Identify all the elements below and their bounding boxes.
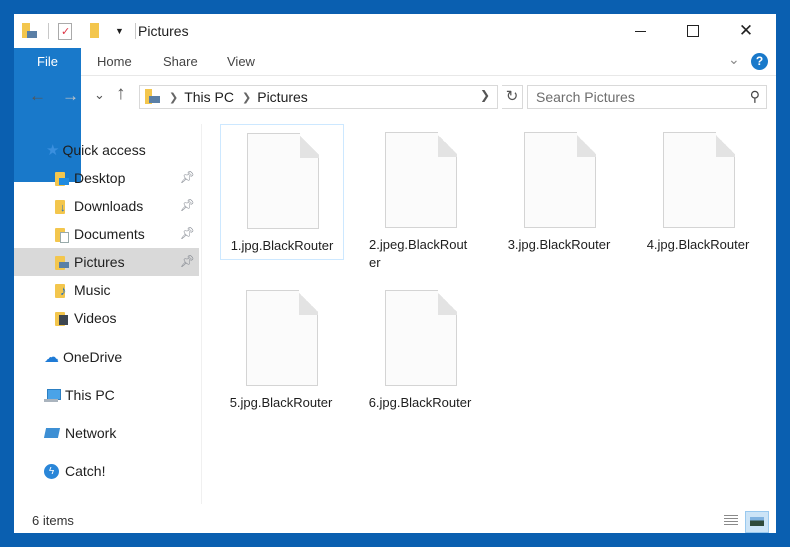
downloads-folder-icon: ↓ [55,198,69,214]
status-bar: 6 items [14,510,776,533]
file-document-icon [524,132,596,228]
maximize-button[interactable] [670,14,716,48]
sidebar-item-documents[interactable]: Documents 📌︎ [14,220,199,248]
title-bar: ✓ ▼ Pictures ✕ [14,14,776,48]
file-name: 1.jpg.BlackRouter [230,238,334,253]
breadcrumb-this-pc[interactable]: This PC [184,89,234,105]
address-dropdown-icon[interactable]: ❯ [480,88,490,102]
search-placeholder: Search Pictures [536,89,635,105]
videos-folder-icon [55,310,69,326]
folder-pictures-icon [145,89,161,105]
refresh-button[interactable]: ↻ [502,85,523,109]
breadcrumb-separator-icon: ❯ [169,91,179,104]
file-item[interactable]: 2.jpeg.BlackRouter [359,124,481,270]
address-bar[interactable]: ❯ This PC ❯ Pictures [139,85,498,109]
minimize-icon [634,30,646,32]
file-document-icon [663,132,735,228]
sidebar-item-videos[interactable]: Videos [14,304,199,332]
sidebar-item-downloads[interactable]: ↓ Downloads 📌︎ [14,192,199,220]
explorer-window: ✓ ▼ Pictures ✕ File Home Share View ⌄ ? … [14,14,776,533]
tab-home[interactable]: Home [97,48,132,75]
forward-button[interactable]: → [62,86,79,106]
sidebar-item-pictures[interactable]: Pictures 📌︎ [14,248,199,276]
music-folder-icon: ♪ [55,282,69,298]
folder-pictures-icon[interactable] [22,23,38,39]
maximize-icon [687,25,699,37]
up-button[interactable]: ↑ [116,83,126,105]
sidebar-item-desktop[interactable]: Desktop 📌︎ [14,164,199,192]
sidebar-item-onedrive[interactable]: ☁ OneDrive [14,343,199,371]
large-icons-view-icon [750,517,764,526]
file-item[interactable]: 1.jpg.BlackRouter [220,124,344,260]
sidebar-item-music[interactable]: ♪ Music [14,276,199,304]
computer-icon [44,387,61,403]
file-document-icon [385,290,457,386]
file-document-icon [385,132,457,228]
properties-icon[interactable]: ✓ [57,23,73,40]
window-title: Pictures [138,23,189,39]
tab-view[interactable]: View [227,48,255,75]
file-document-icon [246,290,318,386]
pin-icon[interactable]: 📌︎ [180,254,195,268]
pin-icon[interactable]: 📌︎ [180,170,195,184]
breadcrumb-pictures[interactable]: Pictures [257,89,308,105]
file-item[interactable]: 4.jpg.BlackRouter [637,124,759,258]
desktop-folder-icon [55,170,69,186]
network-icon [43,425,61,441]
tab-share[interactable]: Share [163,48,198,75]
details-view-icon [724,515,738,527]
documents-folder-icon [55,226,69,243]
sidebar-item-network[interactable]: Network [14,419,199,447]
sidebar-item-quick-access[interactable]: ★ Quick access [14,136,199,164]
pin-icon[interactable]: 📌︎ [180,226,195,240]
search-icon[interactable]: ⚲ [750,88,760,105]
file-item[interactable]: 5.jpg.BlackRouter [220,282,342,416]
onedrive-cloud-icon: ☁ [44,349,59,366]
chevron-down-icon[interactable]: ▼ [115,23,125,39]
search-input[interactable]: Search Pictures ⚲ [527,85,767,109]
expand-ribbon-icon[interactable]: ⌄ [728,51,740,68]
item-count: 6 items [32,513,74,528]
refresh-icon: ↻ [505,88,519,105]
minimize-button[interactable] [617,14,663,48]
file-item[interactable]: 3.jpg.BlackRouter [498,124,620,258]
ribbon-tabs: File Home Share View ⌄ ? [14,48,776,182]
toolbar-divider [135,23,136,39]
file-name: 3.jpg.BlackRouter [507,237,611,252]
navigation-pane: ★ Quick access Desktop 📌︎ ↓ Downloads 📌︎… [14,124,202,504]
large-icons-view-button[interactable] [745,511,769,533]
details-view-button[interactable] [720,511,742,531]
star-icon: ★ [46,142,60,159]
file-list: 1.jpg.BlackRouter 2.jpeg.BlackRouter 3.j… [204,124,776,504]
pictures-folder-icon [55,254,69,270]
recent-locations-button[interactable]: ⌄ [94,87,105,103]
close-button[interactable]: ✕ [723,14,769,48]
navigation-bar: ← → ⌄ ↑ ❯ This PC ❯ Pictures ❯ ↻ Search … [14,82,776,112]
quick-access-toolbar: ✓ ▼ [22,23,144,40]
file-document-icon [247,133,319,229]
breadcrumb-separator-icon: ❯ [242,91,252,104]
back-button[interactable]: ← [29,86,46,106]
close-icon: ✕ [738,21,754,40]
help-icon[interactable]: ? [751,53,768,70]
file-name: 6.jpg.BlackRouter [368,395,472,410]
file-name: 4.jpg.BlackRouter [646,237,750,252]
lightning-icon: ϟ [44,463,60,479]
sidebar-item-this-pc[interactable]: This PC [14,381,199,409]
pin-icon[interactable]: 📌︎ [180,198,195,212]
file-name: 5.jpg.BlackRouter [229,395,333,410]
file-item[interactable]: 6.jpg.BlackRouter [359,282,481,416]
file-name: 2.jpeg.BlackRouter [369,237,468,270]
sidebar-item-catch[interactable]: ϟ Catch! [14,457,199,485]
new-folder-icon[interactable] [87,23,103,39]
toolbar-divider [48,23,49,39]
